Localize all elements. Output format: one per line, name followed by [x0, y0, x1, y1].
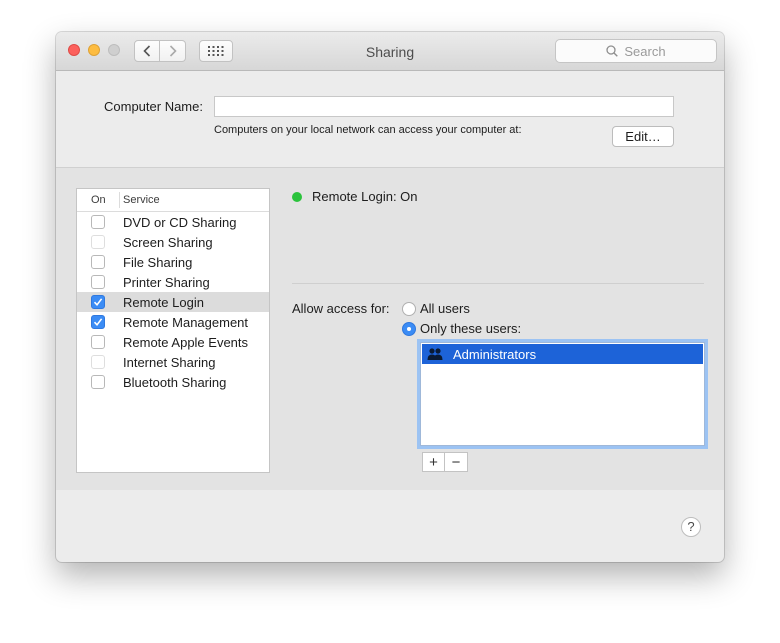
- service-label: Remote Management: [123, 314, 249, 330]
- service-checkbox[interactable]: [91, 355, 105, 369]
- users-list[interactable]: Administrators: [420, 342, 705, 446]
- add-user-button[interactable]: +: [422, 452, 445, 472]
- service-label: Printer Sharing: [123, 274, 210, 290]
- edit-button[interactable]: Edit…: [612, 126, 674, 147]
- computer-name-label: Computer Name:: [104, 99, 203, 114]
- computer-name-field[interactable]: [214, 96, 674, 117]
- column-header-service[interactable]: Service: [119, 194, 160, 206]
- checkmark-icon: [93, 298, 103, 307]
- service-row-file-sharing[interactable]: File Sharing: [77, 252, 269, 272]
- service-checkbox[interactable]: [91, 255, 105, 269]
- group-icon: [427, 348, 443, 360]
- status-indicator: [292, 192, 302, 202]
- service-checkbox[interactable]: [91, 295, 105, 309]
- service-checkbox[interactable]: [91, 275, 105, 289]
- title-bar: Sharing Search: [56, 32, 724, 71]
- service-label: DVD or CD Sharing: [123, 214, 237, 230]
- add-remove-group: + −: [422, 452, 468, 472]
- service-label: File Sharing: [123, 254, 193, 270]
- service-row-internet-sharing[interactable]: Internet Sharing: [77, 352, 269, 372]
- user-name: Administrators: [453, 346, 537, 362]
- service-row-printer-sharing[interactable]: Printer Sharing: [77, 272, 269, 292]
- service-row-remote-apple-events[interactable]: Remote Apple Events: [77, 332, 269, 352]
- service-label: Internet Sharing: [123, 354, 216, 370]
- service-row-screen-sharing[interactable]: Screen Sharing: [77, 232, 269, 252]
- service-label: Remote Login: [123, 294, 204, 310]
- service-row-remote-management[interactable]: Remote Management: [77, 312, 269, 332]
- service-label: Screen Sharing: [123, 234, 213, 250]
- column-divider: [119, 192, 120, 208]
- all-users-radio[interactable]: [402, 302, 416, 316]
- list-item[interactable]: Administrators: [422, 344, 703, 364]
- search-field[interactable]: Search: [555, 39, 717, 63]
- service-checkbox[interactable]: [91, 235, 105, 249]
- service-label: Bluetooth Sharing: [123, 374, 227, 390]
- only-these-users-radio[interactable]: [402, 322, 416, 336]
- services-pane: On Service DVD or CD Sharing Screen Shar…: [56, 168, 724, 490]
- help-button[interactable]: ?: [681, 517, 701, 537]
- computer-name-section: Computer Name: Computers on your local n…: [56, 71, 724, 168]
- checkmark-icon: [93, 318, 103, 327]
- service-checkbox[interactable]: [91, 315, 105, 329]
- service-checkbox[interactable]: [91, 375, 105, 389]
- service-list: On Service DVD or CD Sharing Screen Shar…: [76, 188, 270, 473]
- service-row-bluetooth-sharing[interactable]: Bluetooth Sharing: [77, 372, 269, 392]
- service-checkbox[interactable]: [91, 215, 105, 229]
- only-these-users-label[interactable]: Only these users:: [420, 321, 521, 336]
- service-checkbox[interactable]: [91, 335, 105, 349]
- divider: [292, 283, 704, 284]
- service-status: Remote Login: On: [312, 189, 418, 204]
- service-row-remote-login[interactable]: Remote Login: [77, 292, 269, 312]
- sharing-window: Sharing Search Computer Name: Computers …: [56, 32, 724, 562]
- service-row-dvd-cd-sharing[interactable]: DVD or CD Sharing: [77, 212, 269, 232]
- column-header-on[interactable]: On: [77, 194, 119, 206]
- service-label: Remote Apple Events: [123, 334, 249, 350]
- search-icon: [606, 45, 619, 57]
- all-users-label[interactable]: All users: [420, 301, 470, 316]
- list-header: On Service: [77, 189, 269, 212]
- remove-user-button[interactable]: −: [445, 452, 468, 472]
- computer-name-note: Computers on your local network can acce…: [214, 124, 522, 136]
- allow-access-label: Allow access for:: [292, 301, 390, 316]
- search-placeholder: Search: [624, 43, 666, 59]
